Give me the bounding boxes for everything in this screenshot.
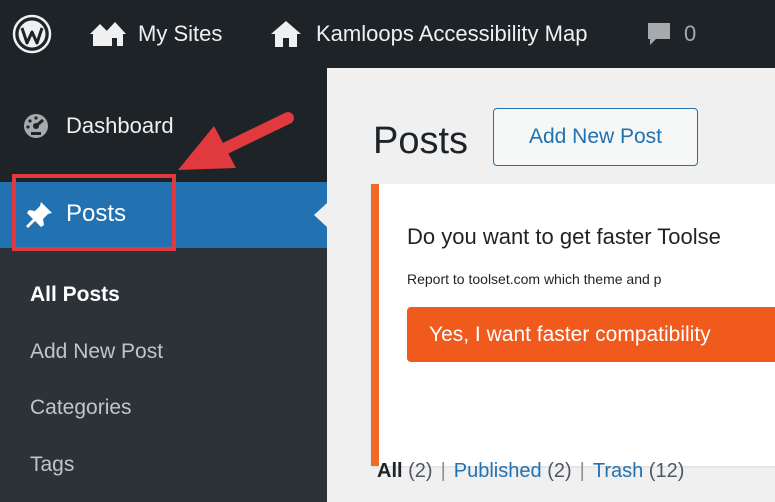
submenu-tags[interactable]: Tags: [30, 453, 74, 477]
submenu-categories[interactable]: Categories: [30, 396, 132, 420]
my-sites-icon: [88, 19, 128, 49]
post-status-filters: All (2) | Published (2) | Trash (12): [377, 460, 684, 483]
dashboard-gauge-icon: [22, 112, 50, 145]
main-content: Posts Add New Post Do you want to get fa…: [327, 68, 775, 502]
my-sites-label: My Sites: [138, 21, 223, 46]
add-new-post-button[interactable]: Add New Post: [493, 108, 698, 166]
menu-item-dashboard-label: Dashboard: [66, 113, 174, 138]
site-name-menu[interactable]: Kamloops Accessibility Map: [270, 0, 587, 68]
notice-description: Report to toolset.com which theme and p: [407, 271, 662, 287]
home-icon: [270, 19, 302, 49]
filter-separator: |: [579, 460, 585, 482]
admin-bar: My Sites Kamloops Accessibility Map 0: [0, 0, 775, 68]
filter-all[interactable]: All (2): [377, 460, 433, 482]
notice-heading: Do you want to get faster Toolse: [407, 224, 721, 249]
posts-highlight-box: [12, 174, 176, 251]
comments-count: 0: [684, 21, 697, 46]
faster-compatibility-button[interactable]: Yes, I want faster compatibility: [407, 307, 775, 362]
filter-published[interactable]: Published (2): [454, 460, 572, 482]
filter-separator: |: [440, 460, 446, 482]
toolset-notice: Do you want to get faster Toolse Report …: [371, 184, 775, 466]
my-sites-menu[interactable]: My Sites: [88, 0, 222, 68]
comment-bubble-icon: [646, 21, 672, 47]
filter-trash[interactable]: Trash (12): [593, 460, 685, 482]
admin-sidebar: Dashboard Posts All Posts Add New Post C…: [0, 68, 327, 502]
submenu-add-new-post[interactable]: Add New Post: [30, 340, 163, 364]
wordpress-logo-icon: [12, 14, 52, 54]
active-menu-pointer: [314, 203, 327, 227]
posts-submenu: All Posts Add New Post Categories Tags: [0, 248, 327, 502]
wordpress-logo-menu[interactable]: [12, 0, 52, 68]
site-name-label: Kamloops Accessibility Map: [316, 21, 588, 46]
comments-menu[interactable]: 0: [646, 0, 696, 68]
page-title: Posts: [373, 120, 469, 162]
submenu-all-posts[interactable]: All Posts: [30, 283, 120, 307]
menu-item-dashboard[interactable]: Dashboard: [0, 100, 327, 152]
